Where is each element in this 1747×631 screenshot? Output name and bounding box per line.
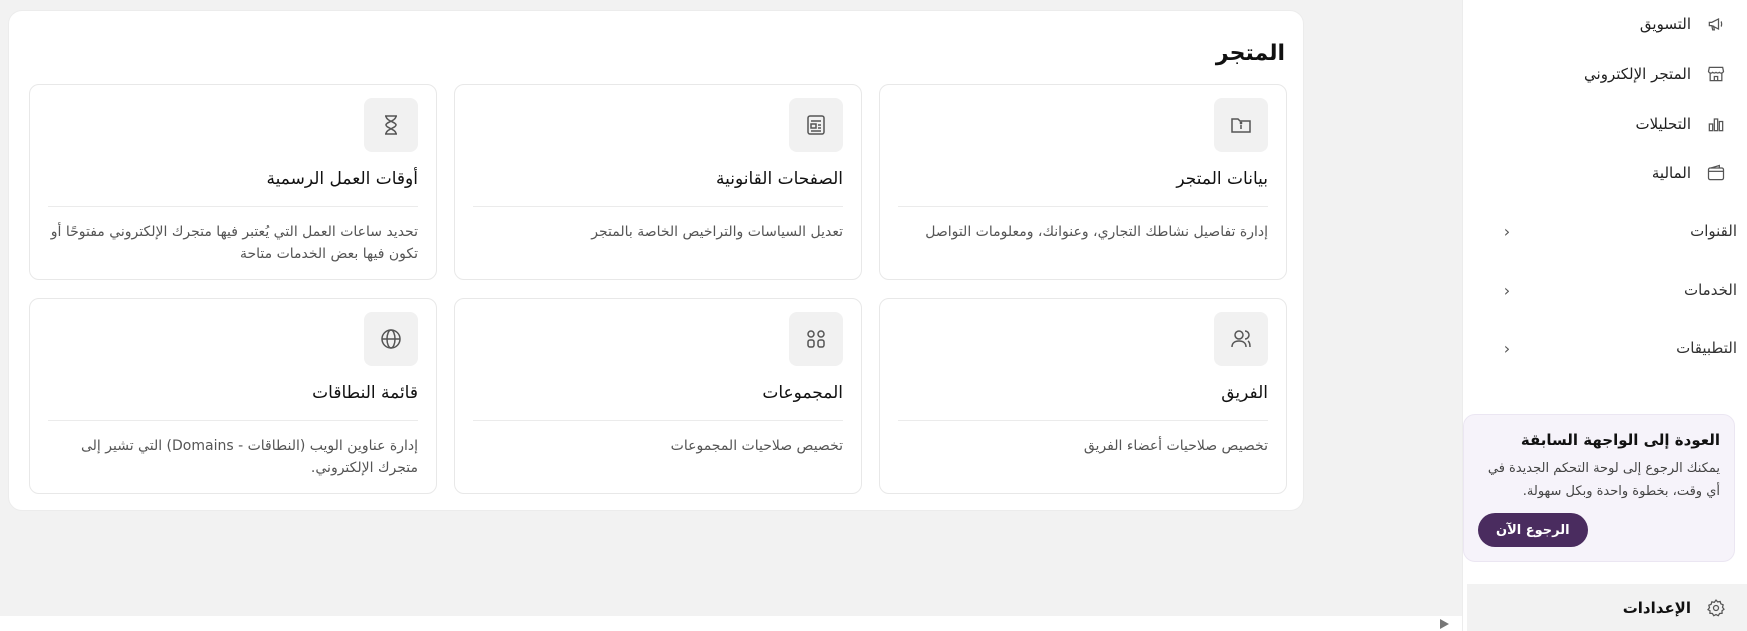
sidebar-group-label: الخدمات (1683, 281, 1737, 299)
chevron-left-icon: ‹ (1503, 280, 1511, 300)
sidebar-item-label: التحليلات (1635, 115, 1691, 133)
card-divider (898, 206, 1268, 207)
sidebar-item-settings[interactable]: الإعدادات (1467, 584, 1747, 631)
card-team[interactable]: الفريق تخصيص صلاحيات أعضاء الفريق (879, 298, 1287, 494)
sidebar: التسويق المتجر الإلكتروني التحليلات الما… (1462, 0, 1747, 631)
page-title: المتجر (1215, 41, 1285, 66)
legal-page-icon (789, 98, 843, 152)
groups-icon (789, 312, 843, 366)
card-description: إدارة عناوين الويب (النطاقات - Domains) … (81, 438, 418, 476)
storefront-icon (1705, 63, 1727, 85)
card-description: تعديل السياسات والتراخيص الخاصة بالمتجر (591, 224, 843, 240)
card-legal-pages[interactable]: الصفحات القانونية تعديل السياسات والتراخ… (454, 84, 862, 280)
horizontal-scrollbar[interactable] (0, 616, 1462, 631)
card-divider (48, 206, 418, 207)
sidebar-item-analytics[interactable]: التحليلات (1482, 107, 1727, 141)
card-working-hours[interactable]: أوقات العمل الرسمية تحديد ساعات العمل ال… (29, 84, 437, 280)
card-divider (48, 420, 418, 421)
card-title: المجموعات (762, 383, 843, 403)
megaphone-icon (1705, 13, 1727, 35)
return-previous-ui-card: العودة إلى الواجهة السابقة يمكنك الرجوع … (1463, 414, 1735, 562)
card-title: الصفحات القانونية (716, 169, 843, 189)
globe-icon (364, 312, 418, 366)
store-settings-panel: المتجر بيانات المتجر إدارة تفاصيل نشاطك … (8, 10, 1304, 511)
team-icon (1214, 312, 1268, 366)
sidebar-group-apps[interactable]: التطبيقات ‹ (1497, 330, 1737, 366)
card-divider (473, 420, 843, 421)
chevron-left-icon: ‹ (1503, 338, 1511, 358)
sidebar-item-marketing[interactable]: التسويق (1482, 7, 1727, 41)
scroll-right-arrow-icon[interactable] (1440, 619, 1449, 629)
sidebar-item-label: المالية (1651, 164, 1691, 182)
card-description: تحديد ساعات العمل التي يُعتبر فيها متجرك… (50, 224, 418, 262)
card-divider (473, 206, 843, 207)
gear-icon (1705, 597, 1727, 619)
card-description: تخصيص صلاحيات المجموعات (670, 438, 843, 454)
promo-body: يمكنك الرجوع إلى لوحة التحكم الجديدة في … (1487, 461, 1720, 499)
card-description: إدارة تفاصيل نشاطك التجاري، وعنوانك، ومع… (925, 224, 1268, 240)
sidebar-item-online-store[interactable]: المتجر الإلكتروني (1482, 57, 1727, 91)
card-divider (898, 420, 1268, 421)
bar-chart-icon (1705, 113, 1727, 135)
chevron-left-icon: ‹ (1503, 221, 1511, 241)
sidebar-item-label: الإعدادات (1622, 598, 1691, 617)
sidebar-group-label: التطبيقات (1676, 339, 1737, 357)
promo-title: العودة إلى الواجهة السابقة (1520, 431, 1720, 449)
sidebar-group-channels[interactable]: القنوات ‹ (1497, 213, 1737, 249)
sidebar-item-label: المتجر الإلكتروني (1584, 65, 1691, 83)
card-store-info[interactable]: بيانات المتجر إدارة تفاصيل نشاطك التجاري… (879, 84, 1287, 280)
store-info-icon (1214, 98, 1268, 152)
wallet-icon (1705, 162, 1727, 184)
return-now-button[interactable]: الرجوع الآن (1478, 513, 1588, 547)
card-title: الفريق (1221, 383, 1268, 403)
app-root: المتجر بيانات المتجر إدارة تفاصيل نشاطك … (0, 0, 1747, 631)
sidebar-item-label: التسويق (1639, 15, 1691, 33)
card-title: أوقات العمل الرسمية (266, 169, 418, 189)
card-description: تخصيص صلاحيات أعضاء الفريق (1083, 438, 1268, 454)
card-title: بيانات المتجر (1176, 169, 1268, 189)
sidebar-group-services[interactable]: الخدمات ‹ (1497, 272, 1737, 308)
sidebar-item-finance[interactable]: المالية (1482, 156, 1727, 190)
card-title: قائمة النطاقات (312, 383, 418, 403)
card-groups[interactable]: المجموعات تخصيص صلاحيات المجموعات (454, 298, 862, 494)
card-domains[interactable]: قائمة النطاقات إدارة عناوين الويب (النطا… (29, 298, 437, 494)
sidebar-group-label: القنوات (1690, 222, 1737, 240)
hourglass-icon (364, 98, 418, 152)
